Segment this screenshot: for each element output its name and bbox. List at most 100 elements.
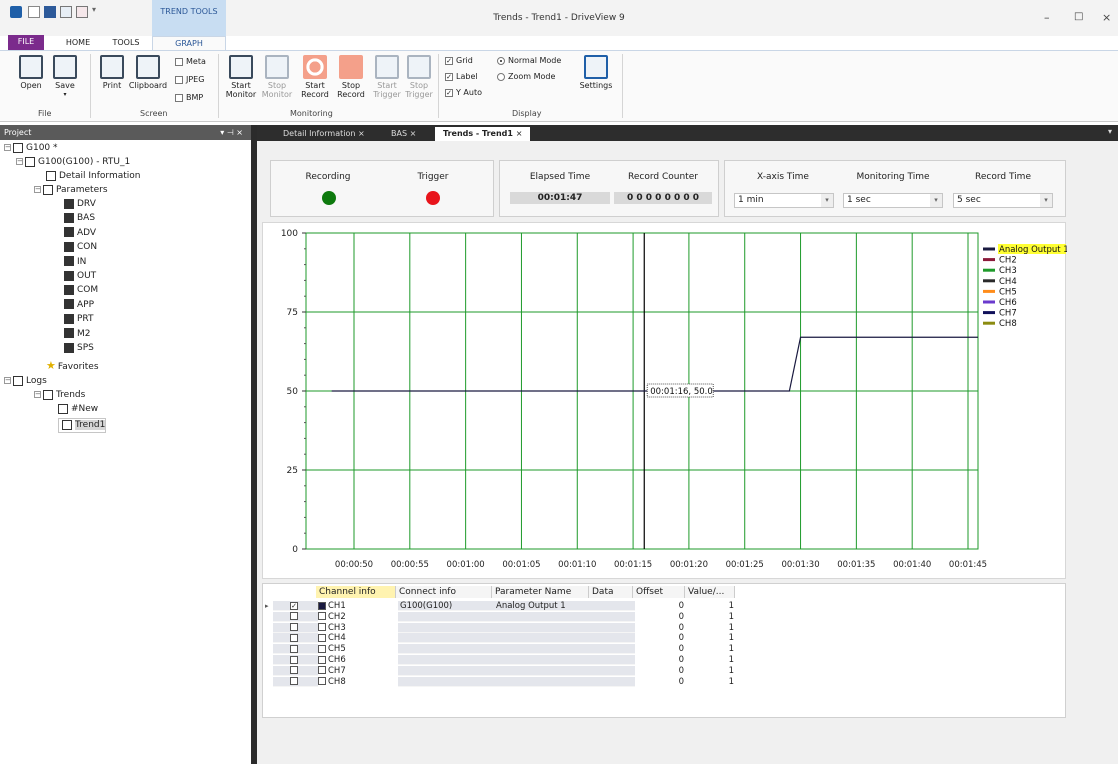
clipboard-button[interactable]: Clipboard	[128, 55, 168, 90]
channel-cell[interactable]: CH4	[318, 633, 398, 644]
monitoring-time-select[interactable]: 1 sec ▾	[843, 193, 943, 208]
collapse-icon[interactable]: −	[34, 391, 41, 398]
legend-label[interactable]: CH5	[999, 287, 1017, 297]
tab-trends-trend1[interactable]: Trends - Trend1 ×	[435, 127, 531, 141]
chart-svg[interactable]: 100 75 50 25 0 00:00:50 00:00:55 00:01:00 00:01:…	[263, 223, 1069, 580]
connect-cell[interactable]	[398, 644, 494, 654]
connect-cell[interactable]: G100(G100)	[398, 601, 494, 611]
connect-cell[interactable]	[398, 623, 494, 633]
tree-node-logs[interactable]: − Logs	[4, 375, 47, 387]
channel-cell[interactable]: CH7	[318, 665, 398, 676]
dropdown-arrow-icon[interactable]: ▾	[821, 194, 833, 207]
channel-cell[interactable]: CH3	[318, 622, 398, 633]
tab-graph[interactable]: GRAPH	[152, 36, 226, 51]
tab-tools[interactable]: TOOLS	[108, 36, 144, 50]
tree-node-parameters[interactable]: − Parameters	[34, 184, 108, 196]
connect-cell[interactable]	[398, 677, 494, 687]
zoom-mode-radio[interactable]: Zoom Mode	[497, 71, 555, 83]
column-header[interactable]: Value/...	[685, 586, 735, 598]
value-cell[interactable]: 1	[687, 633, 737, 644]
jpeg-button[interactable]: JPEG	[175, 74, 204, 86]
panel-controls-icon[interactable]: ▾ ⊣ ×	[220, 125, 243, 140]
monitoring-button-3[interactable]: Stop Record	[334, 55, 368, 99]
connect-cell[interactable]	[398, 612, 494, 622]
row-enable-checkbox[interactable]	[290, 623, 300, 633]
row-enable-checkbox[interactable]: ✓	[290, 601, 300, 611]
row-enable-checkbox[interactable]	[290, 612, 300, 622]
parameter-cell[interactable]	[494, 677, 591, 687]
legend-label[interactable]: CH8	[999, 319, 1017, 329]
monitoring-button-1[interactable]: Stop Monitor	[260, 55, 294, 99]
label-checkbox[interactable]: ✓ Label	[445, 71, 478, 83]
row-enable-checkbox[interactable]	[290, 666, 300, 676]
tree-node-param[interactable]: M2	[64, 328, 91, 340]
value-cell[interactable]: 1	[687, 665, 737, 676]
table-row[interactable]: CH3 0 1	[273, 622, 737, 633]
tree-node-param[interactable]: ADV	[64, 227, 96, 239]
table-row[interactable]: ▸ ✓ CH1 G100(G100) Analog Output 1 01	[265, 601, 737, 611]
value-cell[interactable]: 1	[687, 655, 737, 665]
connect-cell[interactable]	[398, 655, 494, 665]
offset-cell[interactable]: 0	[635, 601, 687, 611]
value-cell[interactable]: 1	[687, 644, 737, 655]
dropdown-arrow-icon[interactable]: ▾	[930, 194, 942, 207]
bmp-button[interactable]: BMP	[175, 92, 203, 104]
tree-node-param[interactable]: COM	[64, 284, 98, 296]
tab-detail-information[interactable]: Detail Information ×	[275, 127, 373, 141]
tree-node-param[interactable]: BAS	[64, 212, 95, 224]
monitoring-button-4[interactable]: Start Trigger	[370, 55, 404, 99]
offset-cell[interactable]: 0	[635, 611, 687, 622]
channel-cell[interactable]: CH6	[318, 655, 398, 665]
maximize-icon[interactable]: □	[1074, 11, 1083, 22]
meta-button[interactable]: Meta	[175, 56, 206, 68]
close-tab-icon[interactable]: ×	[516, 129, 523, 138]
legend-label[interactable]: CH2	[999, 256, 1017, 266]
connect-cell[interactable]	[398, 633, 494, 643]
value-cell[interactable]: 1	[687, 676, 737, 687]
tree-node-param[interactable]: IN	[64, 256, 86, 268]
open-button[interactable]: Open	[16, 55, 46, 90]
column-header[interactable]: Parameter Name	[492, 586, 589, 598]
connect-cell[interactable]	[398, 666, 494, 676]
collapse-icon[interactable]: −	[16, 158, 23, 165]
offset-cell[interactable]: 0	[635, 622, 687, 633]
collapse-icon[interactable]: −	[4, 377, 11, 384]
tree-node-favorites[interactable]: ★ Favorites	[46, 360, 99, 373]
tab-overflow-icon[interactable]: ▾	[1108, 127, 1112, 136]
column-header[interactable]: Connect info	[396, 586, 492, 598]
row-enable-checkbox[interactable]	[290, 655, 300, 665]
print-button[interactable]: Print	[98, 55, 126, 90]
table-row[interactable]: CH6 0 1	[273, 655, 737, 665]
parameter-cell[interactable]: Analog Output 1	[494, 601, 591, 611]
trend-chart[interactable]: 100 75 50 25 0 00:00:50 00:00:55 00:01:00 00:01:…	[262, 222, 1069, 580]
row-enable-checkbox[interactable]	[290, 644, 300, 654]
table-row[interactable]: CH5 0 1	[273, 644, 737, 655]
settings-button[interactable]: Settings	[576, 55, 616, 90]
tree-node-param[interactable]: CON	[64, 241, 97, 253]
yauto-checkbox[interactable]: ✓ Y Auto	[445, 87, 482, 99]
minimize-icon[interactable]: –	[1044, 11, 1050, 24]
row-enable-checkbox[interactable]	[290, 633, 300, 643]
close-tab-icon[interactable]: ×	[358, 129, 365, 138]
monitoring-button-0[interactable]: Start Monitor	[224, 55, 258, 99]
offset-cell[interactable]: 0	[635, 676, 687, 687]
xaxis-time-select[interactable]: 1 min ▾	[734, 193, 834, 208]
grid-checkbox[interactable]: ✓ Grid	[445, 55, 473, 67]
value-cell[interactable]: 1	[687, 601, 737, 611]
parameter-cell[interactable]	[494, 666, 591, 676]
tree-node-trend1[interactable]: Trend1	[58, 418, 107, 433]
tab-home[interactable]: HOME	[60, 36, 96, 50]
parameter-cell[interactable]	[494, 655, 591, 665]
channel-cell[interactable]: CH1	[318, 601, 398, 611]
tab-file[interactable]: FILE	[8, 35, 44, 50]
channel-cell[interactable]: CH2	[318, 611, 398, 622]
tree-node-param[interactable]: SPS	[64, 342, 94, 354]
monitoring-button-5[interactable]: Stop Trigger	[402, 55, 436, 99]
channel-cell[interactable]: CH5	[318, 644, 398, 655]
value-cell[interactable]: 1	[687, 622, 737, 633]
tree-node-param[interactable]: APP	[64, 299, 94, 311]
table-row[interactable]: CH2 0 1	[273, 611, 737, 622]
tree-node-param[interactable]: PRT	[64, 313, 94, 325]
tree-node-new[interactable]: #New	[58, 403, 98, 415]
tree-node-root[interactable]: − G100 *	[4, 142, 58, 154]
